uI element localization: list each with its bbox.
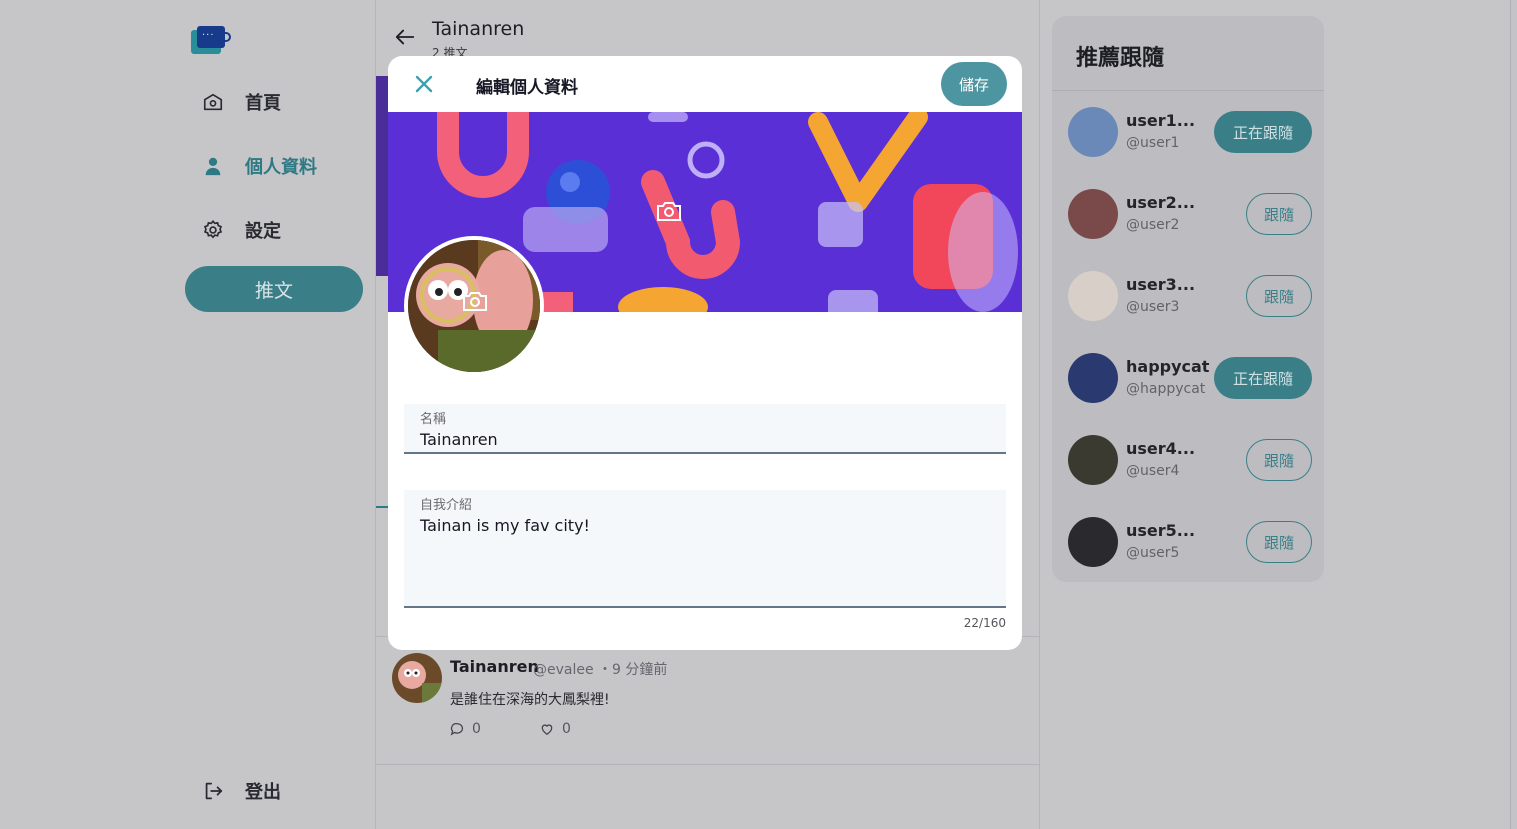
tweet-item[interactable]: Tainanren @evalee ・9 分鐘前 是誰住在深海的大鳳梨裡! 0 … [376,637,1040,765]
logout-label: 登出 [245,782,281,803]
user-handle: @happycat [1126,381,1206,397]
user-avatar[interactable] [1068,271,1118,321]
recommend-panel: 推薦跟隨 user1... @user1 正在跟隨 user2... @user2 跟隨 u… [1052,16,1324,582]
name-field-label: 名稱 [420,412,447,427]
gear-icon [200,217,226,243]
nav-profile-label: 個人資料 [245,157,317,178]
user-avatar[interactable] [1068,435,1118,485]
recommend-user-row[interactable]: user3... @user3 跟隨 [1068,271,1312,323]
user-icon [200,153,226,179]
profile-cover-edge [376,76,388,276]
heart-icon [541,724,553,736]
user-name[interactable]: user1... [1126,111,1195,130]
camera-icon[interactable] [656,200,682,226]
bio-char-counter: 22/160 [963,616,1006,630]
reply-icon [450,723,464,736]
follow-button[interactable]: 跟隨 [1246,275,1312,317]
name-field-value[interactable]: Tainanren [420,430,498,449]
follow-button[interactable]: 跟隨 [1246,439,1312,481]
reply-count: 0 [472,721,481,737]
user-avatar[interactable] [1068,353,1118,403]
user-handle: @user1 [1126,135,1180,151]
back-arrow-icon[interactable] [394,26,416,48]
tweet-author-name[interactable]: Tainanren [450,657,539,676]
tweet-body: 是誰住在深海的大鳳梨裡! [450,692,610,708]
app-logo[interactable]: ··· [189,24,231,58]
left-sidebar: ··· 首頁 個人資料 設定 推文 登出 [0,0,376,829]
home-icon [200,89,226,115]
name-field[interactable]: 名稱 Tainanren [404,404,1006,454]
user-handle: @user5 [1126,545,1180,561]
user-handle: @user3 [1126,299,1180,315]
following-button[interactable]: 正在跟隨 [1214,111,1312,153]
user-name[interactable]: user5... [1126,521,1195,540]
like-count: 0 [562,721,571,737]
logo-dots-glyph: ··· [202,30,215,41]
nav-home-label: 首頁 [245,93,281,114]
following-button[interactable]: 正在跟隨 [1214,357,1312,399]
recommend-user-row[interactable]: user4... @user4 跟隨 [1068,435,1312,487]
like-action[interactable]: 0 [540,721,571,737]
user-handle: @user2 [1126,217,1180,233]
modal-title: 編輯個人資料 [476,78,578,98]
divider [1052,90,1324,91]
close-icon[interactable] [412,72,436,96]
nav-home[interactable]: 首頁 [200,87,281,117]
modal-header: 編輯個人資料 儲存 [388,56,1022,112]
save-button[interactable]: 儲存 [941,62,1007,106]
user-name[interactable]: user2... [1126,193,1195,212]
user-handle: @user4 [1126,463,1180,479]
user-avatar[interactable] [1068,107,1118,157]
edit-profile-modal: 編輯個人資料 儲存 名稱 Tainanren 自我介紹 Tainan is my… [388,56,1022,650]
reply-action[interactable]: 0 [450,721,481,737]
bio-field-label: 自我介紹 [420,498,473,513]
user-name[interactable]: happycat [1126,357,1209,376]
tweet-button[interactable]: 推文 [185,266,363,312]
recommend-title: 推薦跟隨 [1076,46,1165,71]
logout-button[interactable]: 登出 [200,776,281,806]
user-name[interactable]: user4... [1126,439,1195,458]
tweet-meta: @evalee ・9 分鐘前 [533,662,668,678]
nav-settings-label: 設定 [245,221,281,242]
user-avatar[interactable] [1068,189,1118,239]
tweet-avatar[interactable] [392,653,442,703]
recommend-user-row[interactable]: user2... @user2 跟隨 [1068,189,1312,241]
user-name[interactable]: user3... [1126,275,1195,294]
active-tab-underline [376,506,388,508]
follow-button[interactable]: 跟隨 [1246,521,1312,563]
app-background: ··· 首頁 個人資料 設定 推文 登出 Tainanren 2 推文 Tain… [0,0,1511,829]
bio-field-value[interactable]: Tainan is my fav city! [420,516,590,535]
recommend-user-row[interactable]: user1... @user1 正在跟隨 [1068,107,1312,159]
follow-button[interactable]: 跟隨 [1246,193,1312,235]
nav-profile[interactable]: 個人資料 [200,151,317,181]
logo-handle-shape [223,32,231,42]
recommend-user-row[interactable]: happycat @happycat 正在跟隨 [1068,353,1312,405]
nav-settings[interactable]: 設定 [200,215,281,245]
bio-field[interactable]: 自我介紹 Tainan is my fav city! [404,490,1006,608]
user-avatar[interactable] [1068,517,1118,567]
recommend-user-row[interactable]: user5... @user5 跟隨 [1068,517,1312,569]
page-title: Tainanren [432,18,525,40]
logout-icon [200,778,226,804]
camera-icon[interactable] [462,290,488,316]
